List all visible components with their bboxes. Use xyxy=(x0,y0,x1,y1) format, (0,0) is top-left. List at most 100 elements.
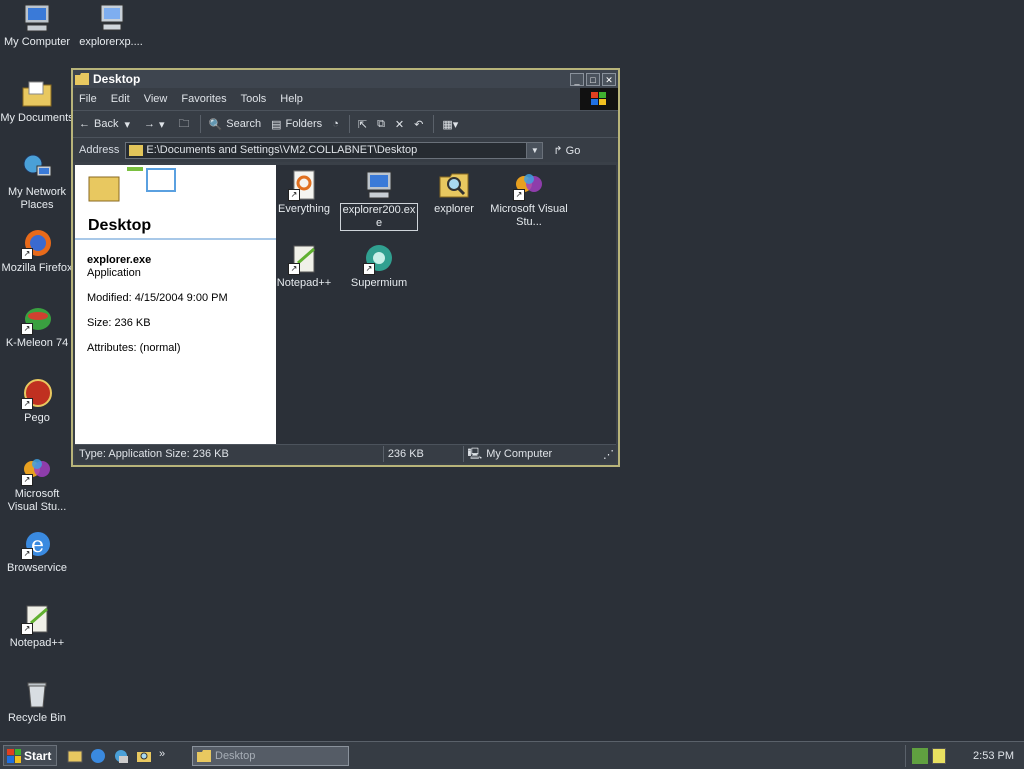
address-input[interactable]: E:\Documents and Settings\VM2.COLLABNET\… xyxy=(125,141,544,159)
file-item-label: explorer200.exe xyxy=(340,203,418,231)
minimize-button[interactable]: _ xyxy=(570,72,584,86)
network-icon[interactable] xyxy=(113,748,129,764)
details-pane-title: Desktop xyxy=(88,217,152,234)
desktop-icon-pego[interactable]: ↗ Pego xyxy=(0,378,74,425)
menu-file[interactable]: File xyxy=(79,93,97,105)
desktop-icon-explorerxp[interactable]: explorerxp.... xyxy=(74,2,148,49)
move-to-button[interactable]: ⇱ xyxy=(358,118,367,131)
maximize-button[interactable]: □ xyxy=(586,72,600,86)
k-meleon-icon: ↗ xyxy=(21,303,53,335)
address-bar: Address E:\Documents and Settings\VM2.CO… xyxy=(73,137,618,162)
desktop-icon-label: My Computer xyxy=(3,36,71,48)
file-item-explorer[interactable]: explorer xyxy=(414,169,494,216)
quick-launch: » xyxy=(67,748,182,764)
desktop-folder-graphic-icon xyxy=(88,167,176,202)
desktop-icon-my-documents[interactable]: My Documents xyxy=(0,78,74,125)
desktop-icon-k-meleon[interactable]: ↗ K-Meleon 74 xyxy=(0,303,74,350)
file-item-supermium[interactable]: ↗ Supermium xyxy=(339,243,419,290)
folders-button[interactable]: ▤ Folders xyxy=(271,118,322,131)
move-to-icon: ⇱ xyxy=(357,118,368,131)
shortcut-arrow-icon: ↗ xyxy=(21,323,33,335)
content-area: Desktop explorer.exe Application Modifie… xyxy=(75,165,616,445)
file-item-ms-visual-studio[interactable]: ↗ Microsoft Visual Stu... xyxy=(489,169,569,229)
back-arrow-icon: ← xyxy=(79,118,90,130)
history-button[interactable]: ◔ xyxy=(332,118,339,130)
desktop-icon-my-computer[interactable]: My Computer xyxy=(0,2,74,49)
desktop-icon-label: K-Meleon 74 xyxy=(5,337,69,349)
window-titlebar[interactable]: Desktop _ □ ✕ xyxy=(73,70,618,88)
taskbar: Start » Desktop 2:53 PM xyxy=(0,741,1024,769)
close-button[interactable]: ✕ xyxy=(602,72,616,86)
start-button[interactable]: Start xyxy=(3,745,57,766)
chevron-down-icon[interactable]: ▾ xyxy=(124,118,130,131)
taskbar-button-desktop[interactable]: Desktop xyxy=(192,745,349,766)
delete-button[interactable]: ✕ xyxy=(395,118,404,131)
menu-tools[interactable]: Tools xyxy=(241,93,267,105)
desktop-icon-mozilla-firefox[interactable]: ↗ Mozilla Firefox xyxy=(0,228,74,275)
back-button[interactable]: ← Back ▾ xyxy=(79,118,134,131)
search-folder-icon[interactable] xyxy=(136,748,152,764)
computer-icon: 🖳 xyxy=(467,448,483,460)
chevron-down-icon: ▾ xyxy=(452,118,459,131)
file-item-everything[interactable]: ↗ Everything xyxy=(264,169,344,216)
toolbar-separator xyxy=(199,115,201,133)
computer-icon xyxy=(363,169,395,201)
file-item-notepadpp[interactable]: ↗ Notepad++ xyxy=(264,243,344,290)
desktop-icon-ms-visual-studio[interactable]: ↗ Microsoft Visual Stu... xyxy=(0,454,74,514)
toolbar-separator xyxy=(433,115,435,133)
explorer-window[interactable]: Desktop _ □ ✕ File Edit View Favorites T… xyxy=(71,68,620,467)
desktop-icon-label: Microsoft Visual Stu... xyxy=(7,488,67,513)
menu-favorites[interactable]: Favorites xyxy=(181,93,226,105)
forward-button[interactable]: → ▾ xyxy=(144,118,169,131)
file-item-label: explorer xyxy=(434,203,474,215)
menu-help[interactable]: Help xyxy=(280,93,303,105)
visual-studio-icon: ↗ xyxy=(21,454,53,486)
windows-logo-icon xyxy=(580,88,618,110)
chevron-right-icon[interactable]: » xyxy=(159,748,175,764)
folders-icon: ▤ xyxy=(271,118,282,131)
file-item-label: Everything xyxy=(278,203,330,215)
forward-arrow-icon: → xyxy=(144,118,155,130)
desktop-icon-label: Pego xyxy=(24,412,50,424)
app-tray-icon[interactable] xyxy=(932,747,946,764)
desktop-icon-my-network-places[interactable]: My Network Places xyxy=(0,152,74,212)
address-dropdown-button[interactable]: ▼ xyxy=(526,142,543,158)
views-button[interactable]: ▦ ▾ xyxy=(442,118,458,131)
shortcut-arrow-icon: ↗ xyxy=(21,474,33,486)
file-item-label: Notepad++ xyxy=(276,277,332,289)
shortcut-arrow-icon: ↗ xyxy=(21,248,33,260)
clock[interactable]: 2:53 PM xyxy=(973,750,1014,762)
desktop-icon-label: Mozilla Firefox xyxy=(1,262,73,274)
menu-view[interactable]: View xyxy=(144,93,168,105)
desktop-icon-recycle-bin[interactable]: Recycle Bin xyxy=(0,678,74,725)
delete-icon: ✕ xyxy=(394,118,405,131)
show-desktop-icon[interactable] xyxy=(67,748,83,764)
go-button[interactable]: ↱ Go xyxy=(553,144,580,157)
desktop-icon-browservice[interactable]: e ↗ Browservice xyxy=(0,528,74,575)
notepadpp-icon: ↗ xyxy=(288,243,320,275)
search-button[interactable]: 🔍 Search xyxy=(209,118,262,131)
supermium-icon: ↗ xyxy=(363,243,395,275)
desktop-icon-label: explorerxp.... xyxy=(79,36,143,48)
selected-file-attributes: Attributes: (normal) xyxy=(87,342,181,354)
file-item-explorer200[interactable]: explorer200.exe xyxy=(339,169,419,231)
shortcut-arrow-icon: ↗ xyxy=(288,189,300,201)
shortcut-arrow-icon: ↗ xyxy=(288,263,300,275)
up-folder-button[interactable]: 🗀 xyxy=(179,115,190,134)
undo-button[interactable]: ↶ xyxy=(414,118,423,131)
address-label: Address xyxy=(79,144,120,156)
undo-icon: ↶ xyxy=(414,118,424,131)
folder-icon xyxy=(197,749,211,762)
copy-to-button[interactable]: ⧉ xyxy=(377,118,385,131)
desktop-icon-notepadpp[interactable]: ↗ Notepad++ xyxy=(0,603,74,650)
status-bar: Type: Application Size: 236 KB 236 KB 🖳 … xyxy=(75,444,616,463)
details-pane-header: Desktop xyxy=(75,165,276,240)
internet-explorer-icon[interactable] xyxy=(90,748,106,764)
network-tray-icon[interactable] xyxy=(912,747,928,764)
shortcut-arrow-icon: ↗ xyxy=(363,263,375,275)
window-title: Desktop xyxy=(93,72,141,86)
standard-toolbar: ← Back ▾ → ▾ 🗀 🔍 Search ▤ Folders ◔ ⇱ ⧉ ✕… xyxy=(73,110,618,137)
resize-grip-icon[interactable]: ⋰ xyxy=(603,448,614,461)
desktop-icon-label: My Network Places xyxy=(7,186,67,211)
menu-edit[interactable]: Edit xyxy=(111,93,130,105)
